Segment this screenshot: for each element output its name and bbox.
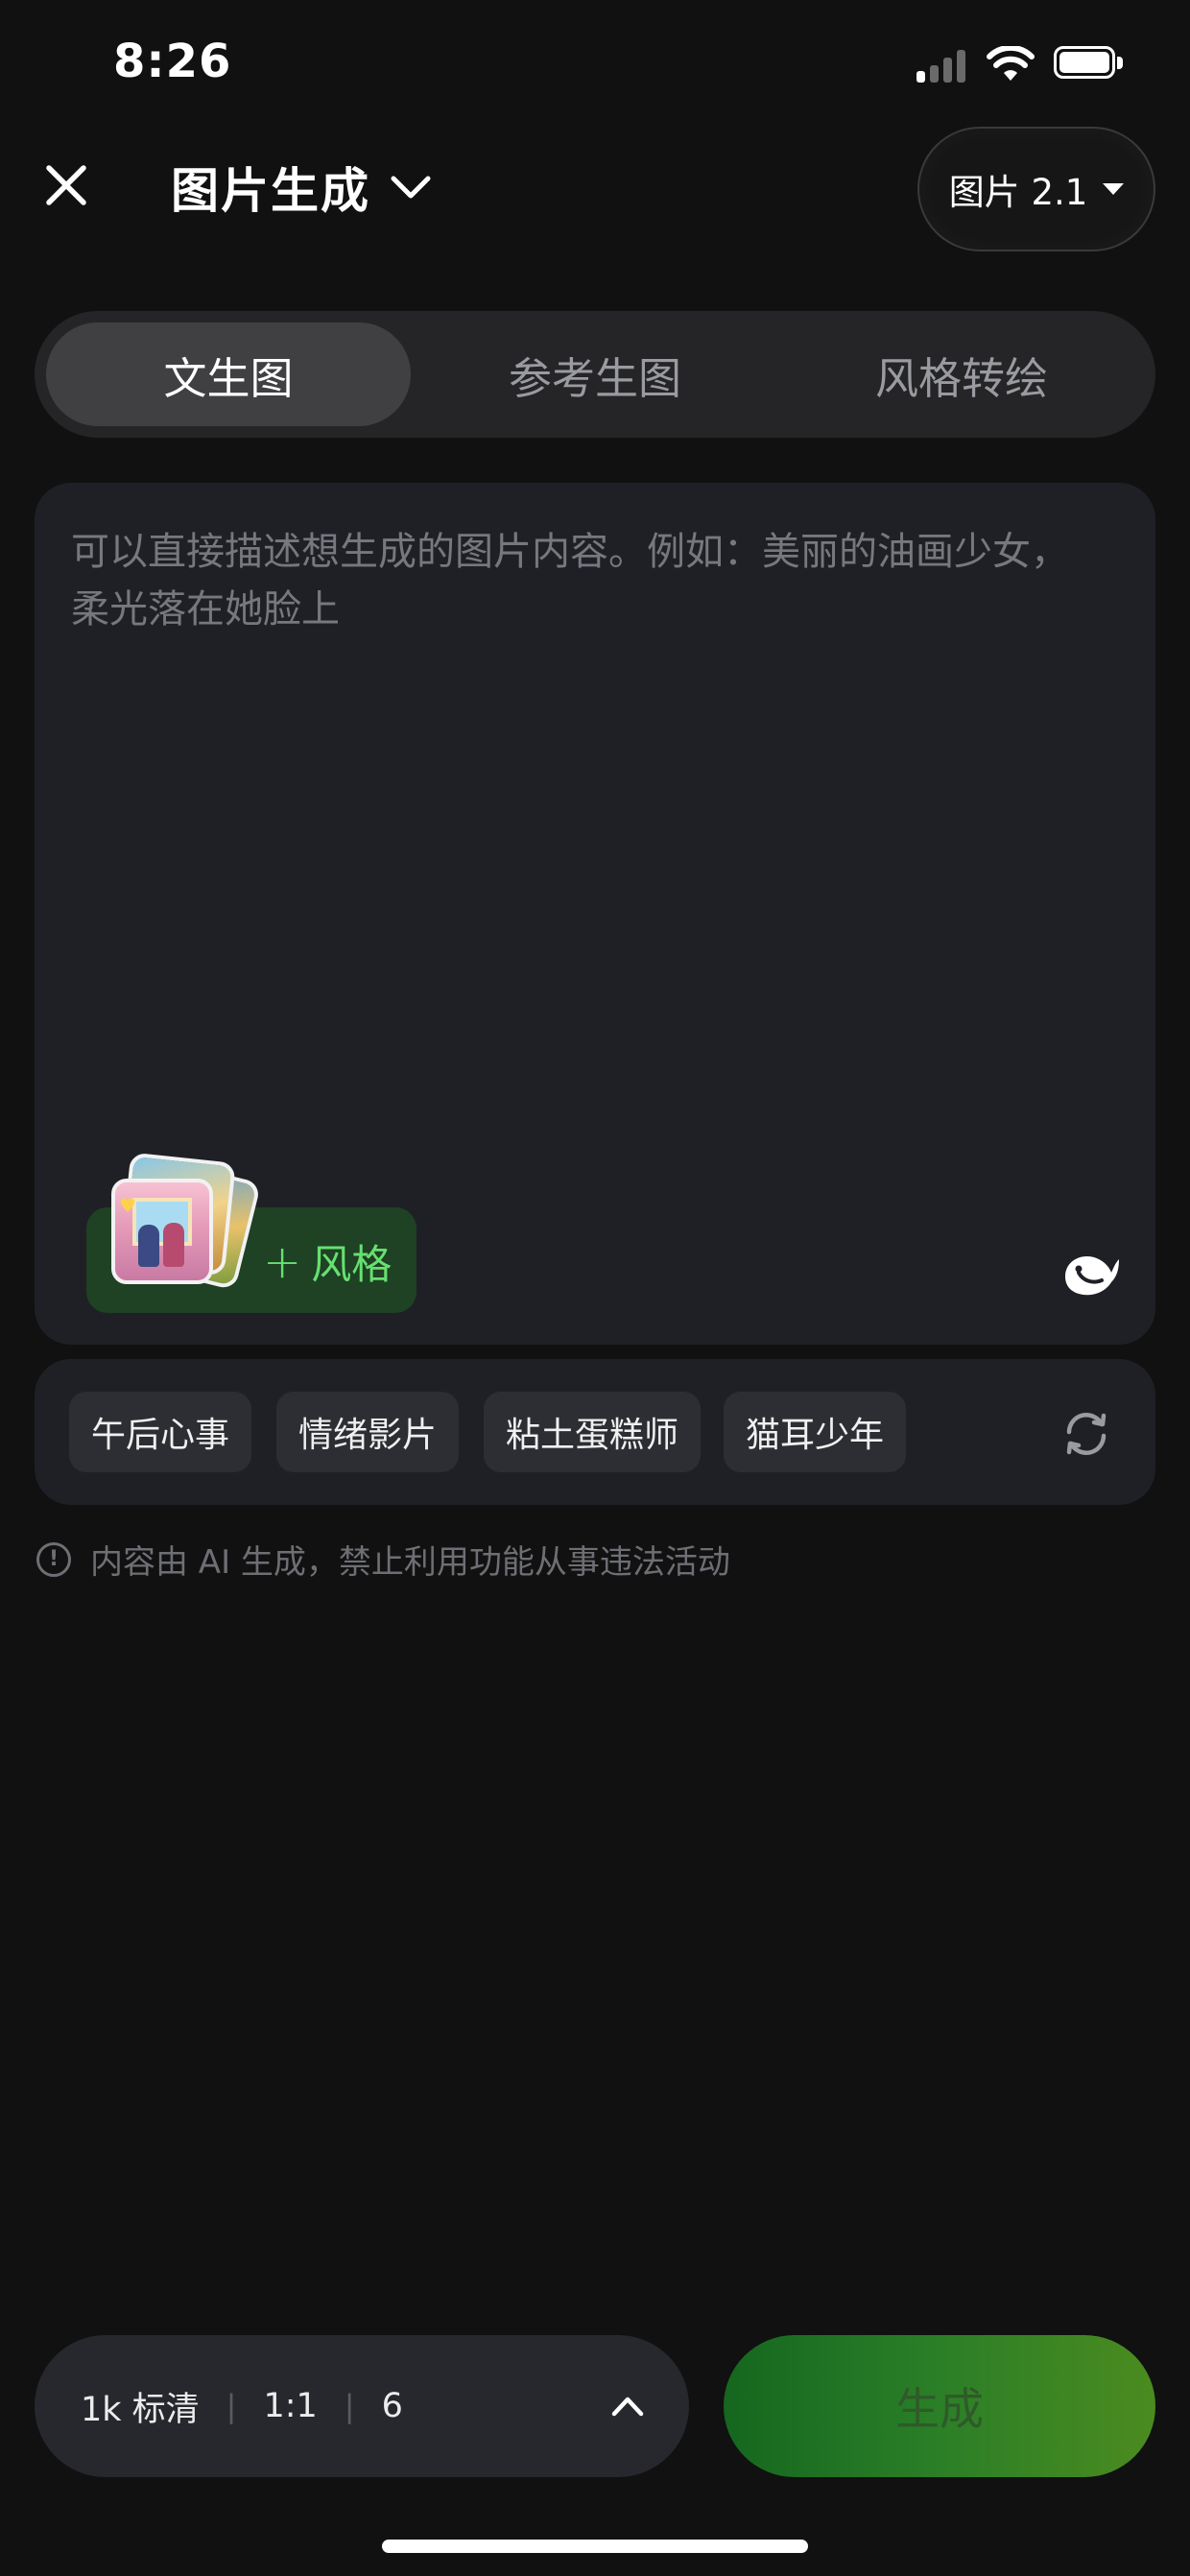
resolution-value: 1k 标清	[81, 2390, 200, 2429]
battery-icon	[1054, 46, 1125, 81]
close-button[interactable]	[35, 154, 98, 217]
add-style-button[interactable]: ♥ + 风格	[86, 1152, 416, 1313]
mode-selector[interactable]: 图片生成	[171, 154, 432, 221]
tab-reference-image[interactable]: 参考生图	[413, 322, 777, 426]
cellular-signal-icon	[916, 50, 970, 83]
prompt-input[interactable]	[69, 521, 1090, 1062]
divider: |	[226, 2388, 237, 2424]
ratio-value: 1:1	[263, 2387, 318, 2425]
style-thumbnail: ♥	[111, 1179, 213, 1284]
refresh-icon[interactable]	[1061, 1409, 1111, 1459]
plus-icon: +	[263, 1234, 302, 1289]
model-label: 图片 2.1	[948, 172, 1088, 213]
suggestion-chip[interactable]: 午后心事	[69, 1392, 251, 1472]
close-icon	[46, 165, 86, 205]
status-time: 8:26	[113, 35, 232, 88]
chevron-down-icon	[391, 176, 431, 199]
ai-notice: ! 内容由 AI 生成，禁止利用功能从事违法活动	[36, 1536, 730, 1583]
tab-text-to-image[interactable]: 文生图	[46, 322, 411, 426]
style-button-label: 风格	[311, 1241, 393, 1288]
whale-icon[interactable]	[1058, 1248, 1121, 1300]
chevron-up-icon	[611, 2397, 644, 2417]
suggestion-chip[interactable]: 情绪影片	[276, 1392, 459, 1472]
info-icon: !	[36, 1541, 71, 1577]
home-indicator	[382, 2540, 808, 2553]
ai-notice-text: 内容由 AI 生成，禁止利用功能从事违法活动	[90, 1543, 730, 1582]
suggestion-chip[interactable]: 猫耳少年	[724, 1392, 906, 1472]
count-value: 6	[381, 2387, 403, 2425]
tab-style-transfer[interactable]: 风格转绘	[779, 322, 1144, 426]
caret-down-icon	[1103, 183, 1125, 195]
suggestion-chip[interactable]: 粘土蛋糕师	[484, 1392, 701, 1472]
generate-button[interactable]: 生成	[724, 2335, 1155, 2477]
wifi-icon	[987, 46, 1035, 81]
page-title: 图片生成	[171, 163, 370, 219]
divider: |	[344, 2388, 355, 2424]
suggestion-bar: 午后心事 情绪影片 粘土蛋糕师 猫耳少年	[35, 1359, 1155, 1505]
model-selector-button[interactable]: 图片 2.1	[917, 127, 1155, 251]
generation-tabs: 文生图 参考生图 风格转绘	[35, 311, 1155, 438]
generation-settings-button[interactable]: 1k 标清 | 1:1 | 6	[35, 2335, 689, 2477]
